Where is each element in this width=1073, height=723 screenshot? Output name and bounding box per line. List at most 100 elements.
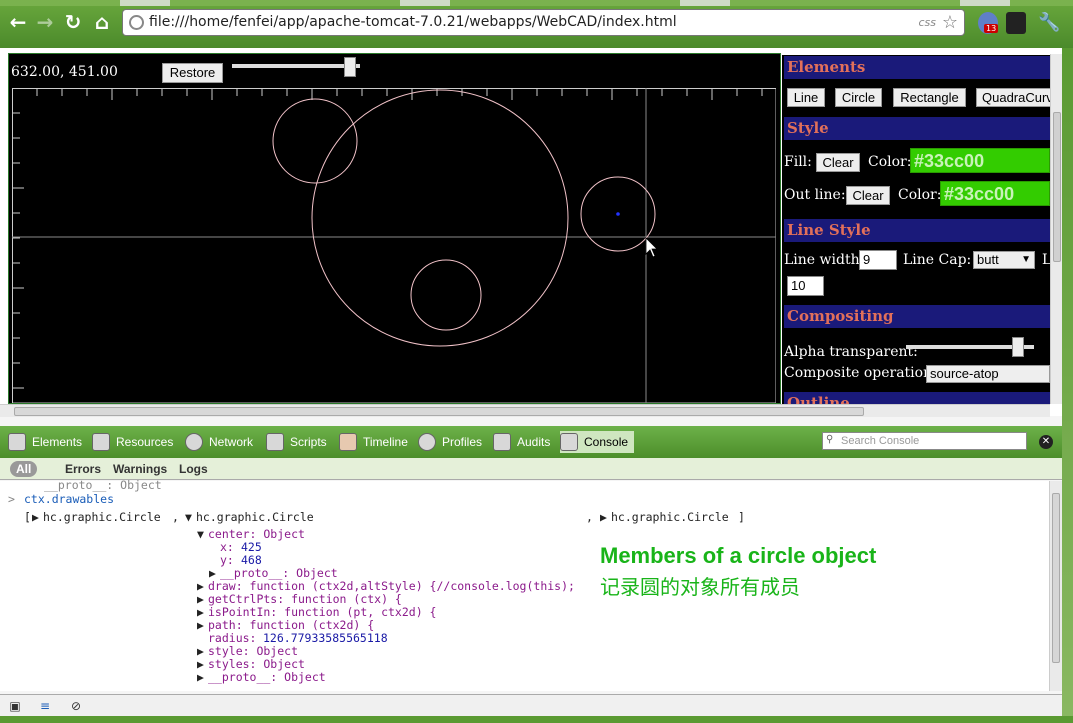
prop-path: path: function (ctx2d) { — [208, 618, 375, 632]
tab-console[interactable]: Console — [560, 431, 635, 453]
bookmark-star-icon[interactable]: ☆ — [942, 12, 958, 33]
alpha-slider-handle[interactable] — [1012, 337, 1024, 357]
prop-draw: draw: function (ctx2d,altStyle) {//conso… — [208, 579, 575, 593]
home-icon[interactable]: ⌂ — [90, 10, 114, 34]
expand-arrow-icon[interactable]: ▶ — [197, 657, 204, 671]
scrollbar-thumb[interactable] — [14, 407, 864, 416]
prop-x-value: 425 — [241, 540, 262, 554]
expand-arrow-icon[interactable]: ▶ — [197, 592, 204, 606]
expand-arrow-icon[interactable]: ▶ — [32, 510, 39, 524]
expand-arrow-icon[interactable]: ▶ — [197, 605, 204, 619]
tab-label: Timeline — [363, 435, 408, 449]
outline-color-label: Color: — [898, 187, 942, 203]
close-icon[interactable]: ✕ — [1039, 435, 1053, 449]
prop-proto-inner: __proto__: Object — [220, 566, 338, 580]
line-button[interactable]: Line — [787, 88, 825, 107]
drawing-canvas[interactable] — [12, 88, 776, 403]
composite-label: Composite operation: — [784, 365, 937, 381]
line-width-label: Line width: — [784, 252, 865, 268]
desktop-edge — [1062, 48, 1073, 723]
circle-button[interactable]: Circle — [835, 88, 882, 107]
browser-toolbar: ← → ↻ ⌂ file:///home/fenfei/app/apache-t… — [0, 0, 1073, 48]
outline-color-input[interactable]: #33cc00 — [940, 181, 1050, 206]
devtools-status-bar: ▣ ≡ ⊘ — [0, 694, 1062, 716]
expand-arrow-icon[interactable]: ▶ — [209, 566, 216, 580]
extension-badge-icon[interactable]: 13 — [978, 12, 999, 34]
miter-limit-input[interactable]: 10 — [787, 276, 824, 296]
quadracurve-button[interactable]: QuadraCurv — [976, 88, 1050, 107]
tab-scripts[interactable]: Scripts — [266, 431, 327, 453]
scripts-icon — [266, 433, 284, 451]
console-toggle-icon[interactable]: ≡ — [36, 699, 54, 713]
filter-errors[interactable]: Errors — [65, 461, 101, 477]
annotation-english: Members of a circle object — [600, 543, 877, 568]
zoom-slider-handle[interactable] — [344, 57, 356, 77]
elements-icon — [8, 433, 26, 451]
scrollbar-thumb[interactable] — [1052, 493, 1060, 663]
array-close: ] — [738, 510, 745, 524]
array-separator: , — [172, 510, 179, 524]
line-cap-value: butt — [977, 252, 999, 267]
audits-icon — [493, 433, 511, 451]
address-bar[interactable]: file:///home/fenfei/app/apache-tomcat-7.… — [122, 9, 965, 36]
tab-audits[interactable]: Audits — [493, 431, 550, 453]
clear-console-icon[interactable]: ⊘ — [67, 699, 85, 713]
tab-profiles[interactable]: Profiles — [418, 431, 482, 453]
dock-icon[interactable]: ▣ — [6, 699, 24, 713]
tab-network[interactable]: Network — [185, 431, 253, 453]
tab-timeline[interactable]: Timeline — [339, 431, 408, 453]
array-item-circle-3[interactable]: hc.graphic.Circle — [611, 510, 729, 524]
array-item-circle-2[interactable]: hc.graphic.Circle — [196, 510, 314, 524]
tab-resources[interactable]: Resources — [92, 431, 173, 453]
globe-icon — [129, 15, 144, 30]
rectangle-button[interactable]: Rectangle — [893, 88, 966, 107]
fill-clear-button[interactable]: Clear — [816, 153, 860, 172]
extension-badge-count: 13 — [984, 24, 999, 33]
chevron-down-icon: ▼ — [1021, 254, 1031, 265]
scrollbar-thumb[interactable] — [1053, 112, 1061, 262]
outline-clear-button[interactable]: Clear — [846, 186, 890, 205]
fill-label: Fill: — [784, 154, 812, 170]
array-item-circle-1[interactable]: hc.graphic.Circle — [43, 510, 161, 524]
wrench-icon[interactable]: 🔧 — [1038, 12, 1060, 34]
expand-arrow-icon[interactable]: ▶ — [600, 510, 607, 524]
extension-icon[interactable] — [1006, 12, 1026, 34]
collapse-arrow-icon[interactable]: ▼ — [197, 527, 204, 541]
desktop-edge — [0, 716, 1073, 723]
tab-label: Scripts — [290, 435, 327, 449]
collapse-arrow-icon[interactable]: ▼ — [185, 510, 192, 524]
expand-arrow-icon[interactable]: ▶ — [197, 644, 204, 658]
filter-all[interactable]: All — [10, 461, 38, 477]
console-scrollbar[interactable] — [1049, 481, 1062, 691]
line-width-input[interactable]: 9 — [859, 250, 897, 270]
fill-color-input[interactable]: #33cc00 — [910, 148, 1050, 173]
filter-logs[interactable]: Logs — [179, 461, 208, 477]
style-section-title: Style — [784, 117, 1050, 140]
expand-arrow-icon[interactable]: ▶ — [197, 670, 204, 684]
tab-label: Console — [584, 435, 629, 449]
elements-section-title: Elements — [784, 56, 1050, 79]
zoom-slider[interactable] — [232, 64, 360, 68]
console-search-input[interactable]: Search Console — [822, 432, 1027, 450]
page-horizontal-scrollbar[interactable] — [0, 404, 1050, 417]
address-url: file:///home/fenfei/app/apache-tomcat-7.… — [149, 14, 677, 30]
array-open: [ — [24, 510, 31, 524]
filter-warnings[interactable]: Warnings — [113, 461, 167, 477]
line-join-label: L — [1042, 252, 1050, 268]
tab-strip — [0, 0, 1073, 6]
expand-arrow-icon[interactable]: ▶ — [197, 579, 204, 593]
network-icon — [185, 433, 203, 451]
tab-label: Profiles — [442, 435, 483, 449]
line-cap-select[interactable]: butt ▼ — [973, 251, 1035, 269]
composite-select[interactable]: source-atop — [926, 365, 1050, 383]
reload-icon[interactable]: ↻ — [61, 10, 85, 34]
alpha-label: Alpha transparent: — [784, 344, 918, 360]
tab-label: Resources — [116, 435, 174, 449]
tab-elements[interactable]: Elements — [8, 431, 82, 453]
prop-style: style: Object — [208, 644, 299, 658]
line-style-section-title: Line Style — [784, 219, 1050, 242]
forward-icon[interactable]: → — [33, 10, 57, 34]
restore-button[interactable]: Restore — [162, 63, 223, 83]
expand-arrow-icon[interactable]: ▶ — [197, 618, 204, 632]
back-icon[interactable]: ← — [6, 10, 30, 34]
